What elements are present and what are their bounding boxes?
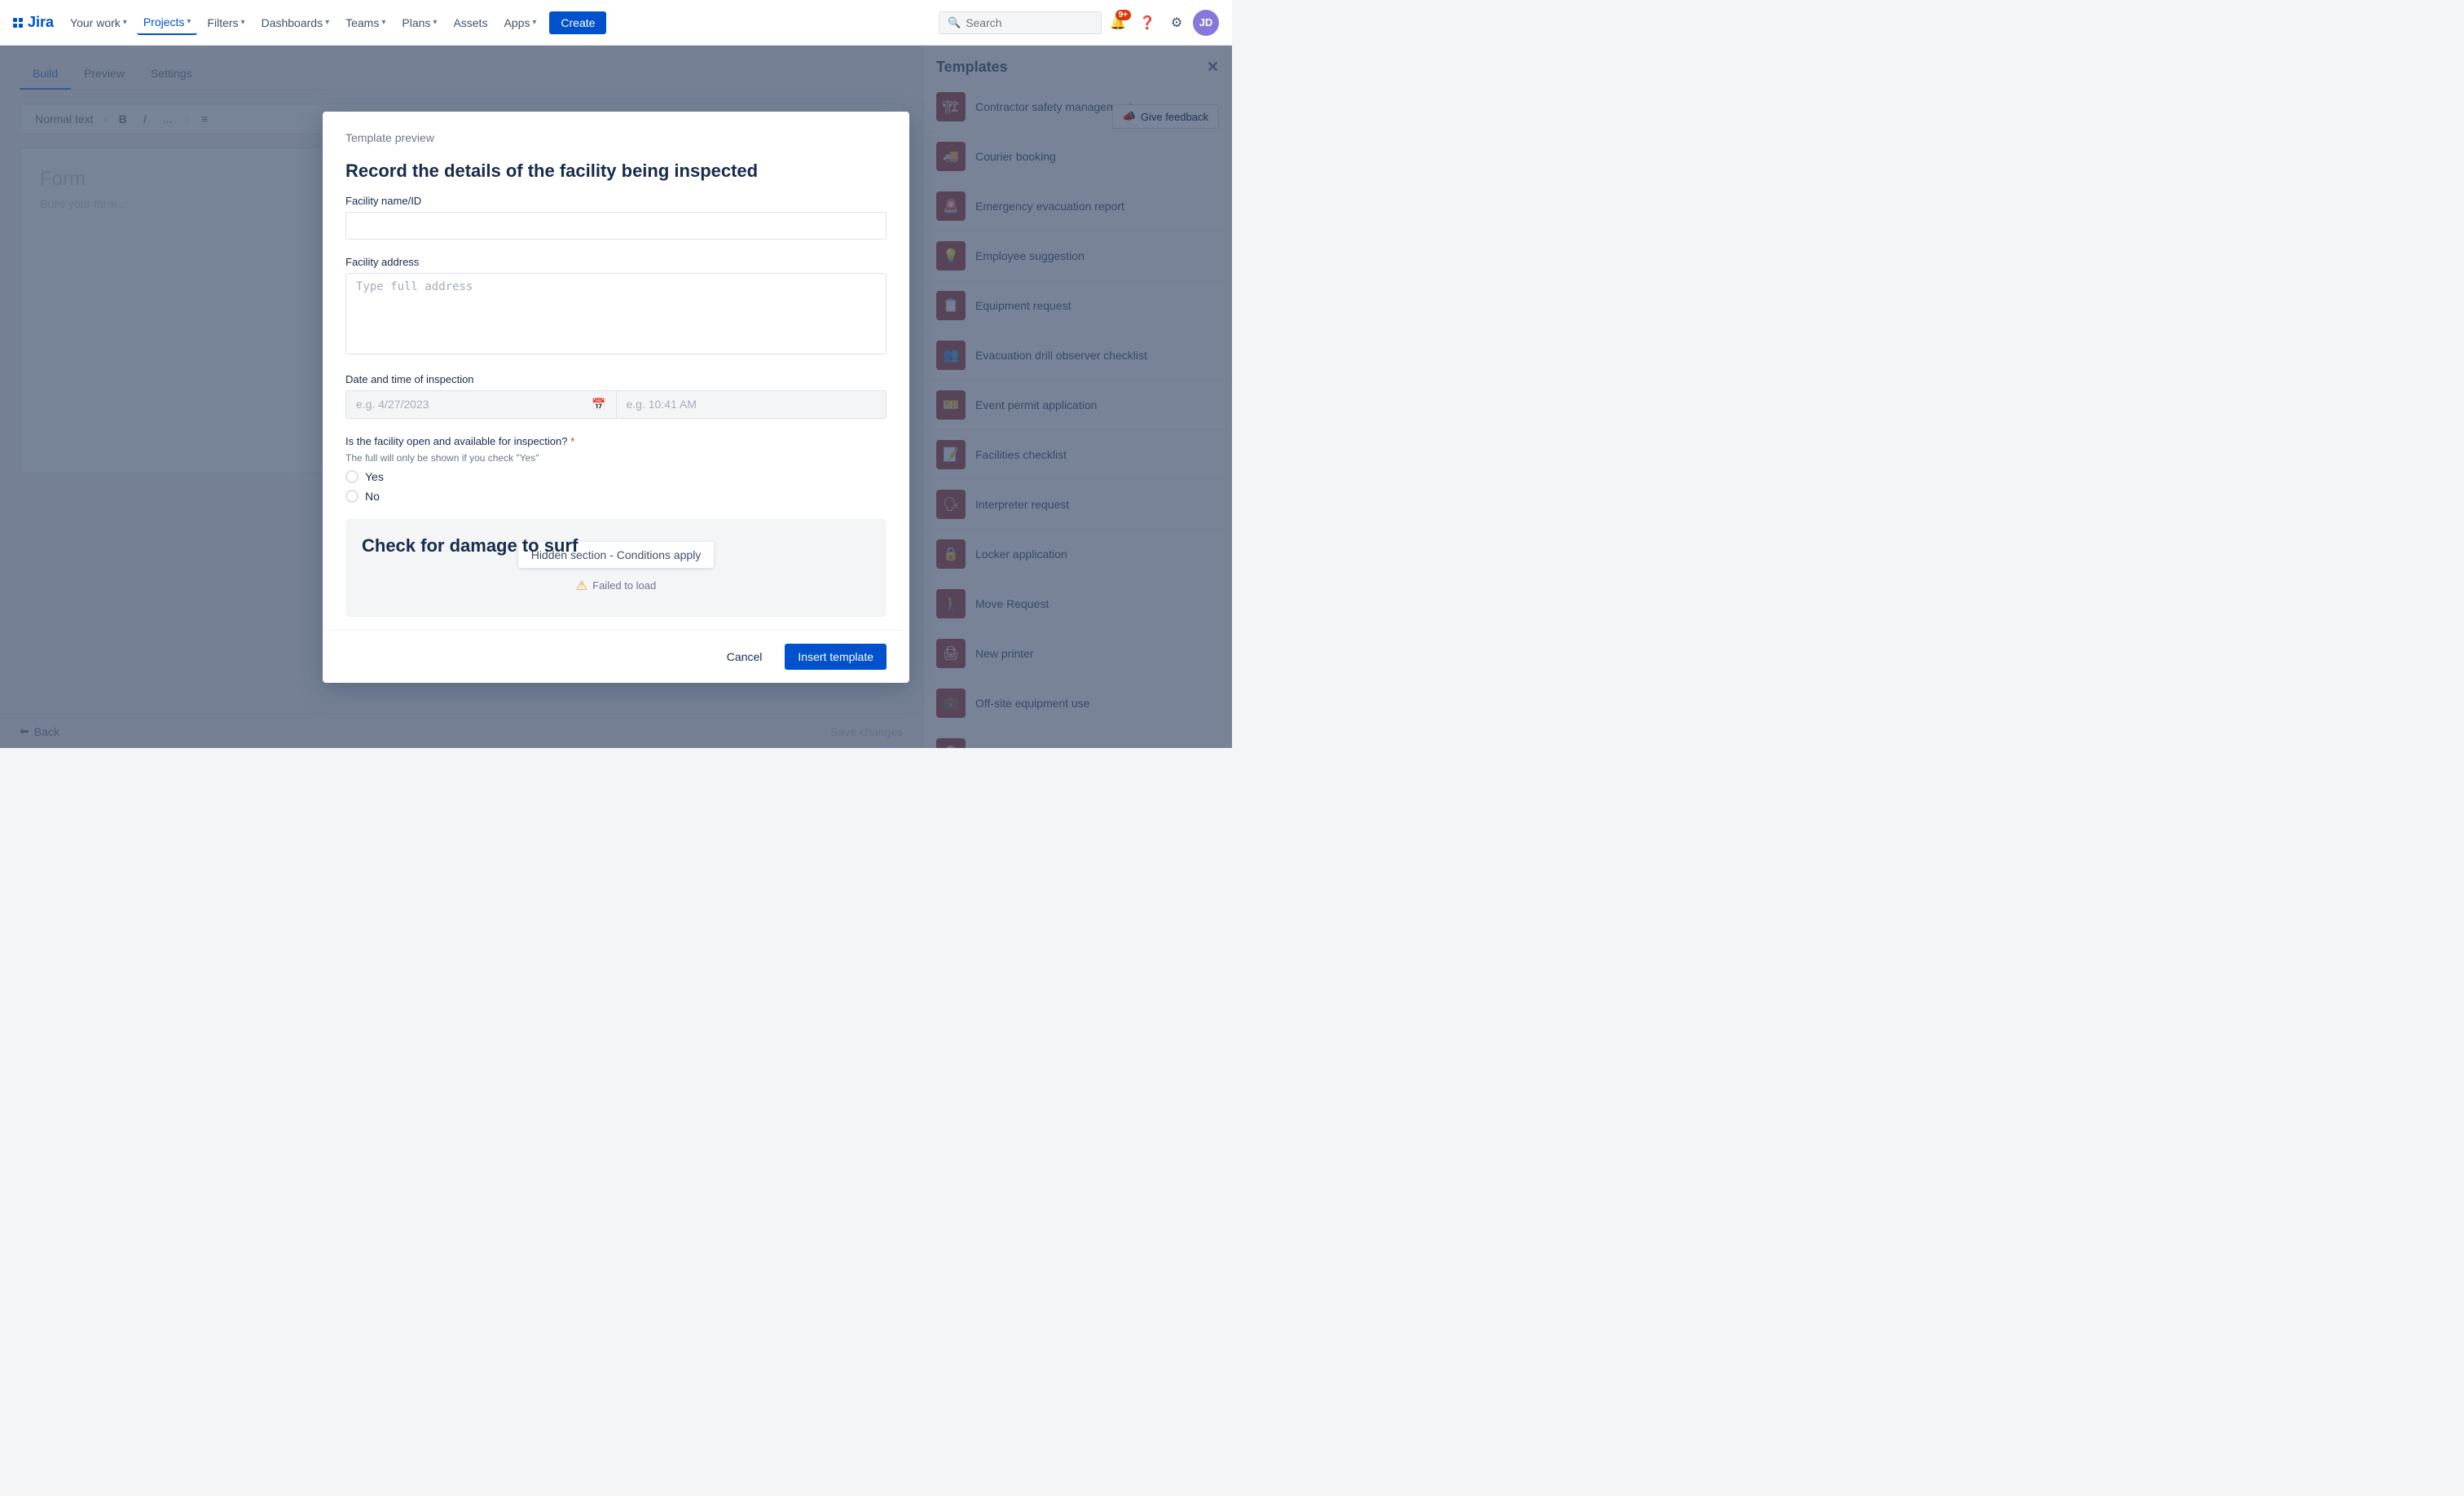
radio-no[interactable]: No xyxy=(345,490,887,503)
nav-filters[interactable]: Filters ▾ xyxy=(200,11,251,34)
modal-body: Record the details of the facility being… xyxy=(323,161,909,630)
facility-name-field: Facility name/ID xyxy=(345,195,887,240)
datetime-label: Date and time of inspection xyxy=(345,373,887,385)
datetime-field: Date and time of inspection e.g. 4/27/20… xyxy=(345,373,887,419)
availability-radio-group: Yes No xyxy=(345,470,887,503)
radio-yes-label: Yes xyxy=(365,470,384,483)
logo[interactable]: Jira xyxy=(13,14,54,31)
help-button[interactable]: ❓ xyxy=(1134,10,1160,36)
calendar-icon: 📅 xyxy=(592,398,605,411)
nav-apps[interactable]: Apps ▾ xyxy=(497,11,543,34)
radio-no-label: No xyxy=(365,490,380,503)
insert-template-button[interactable]: Insert template xyxy=(785,644,887,670)
nav-filters-label: Filters xyxy=(207,16,238,29)
logo-text: Jira xyxy=(28,14,54,31)
nav-your-work-label: Your work xyxy=(70,16,121,29)
nav-dashboards[interactable]: Dashboards ▾ xyxy=(255,11,337,34)
modal-section-title: Record the details of the facility being… xyxy=(345,161,887,182)
chevron-down-icon: ▾ xyxy=(187,17,191,26)
facility-name-label: Facility name/ID xyxy=(345,195,887,207)
availability-hint: The full will only be shown if you check… xyxy=(345,452,887,464)
time-picker[interactable]: e.g. 10:41 AM xyxy=(616,390,887,419)
main-area: 📣 Give feedback Build Preview Settings N… xyxy=(0,46,1232,748)
search-input[interactable] xyxy=(966,16,1080,29)
nav-dashboards-label: Dashboards xyxy=(262,16,323,29)
nav-teams[interactable]: Teams ▾ xyxy=(339,11,392,34)
hidden-section-title: Check for damage to surf xyxy=(362,535,578,557)
facility-name-input[interactable] xyxy=(345,212,887,240)
notification-badge: 9+ xyxy=(1115,10,1131,20)
date-placeholder: e.g. 4/27/2023 xyxy=(356,398,429,411)
radio-button-yes[interactable] xyxy=(345,470,359,483)
search-icon: 🔍 xyxy=(948,16,961,29)
modal-overlay: Template preview Record the details of t… xyxy=(0,46,1232,748)
chevron-down-icon: ▾ xyxy=(325,18,329,27)
logo-grid-icon xyxy=(13,18,23,28)
failed-load-message: ⚠ Failed to load xyxy=(576,578,656,594)
nav-plans[interactable]: Plans ▾ xyxy=(395,11,443,34)
facility-address-label: Facility address xyxy=(345,256,887,268)
notifications-button[interactable]: 🔔 9+ xyxy=(1105,10,1131,36)
hidden-section: Check for damage to surf Hidden section … xyxy=(345,519,887,617)
chevron-down-icon: ▾ xyxy=(241,18,245,27)
warning-icon: ⚠ xyxy=(576,578,587,594)
nav-projects[interactable]: Projects ▾ xyxy=(137,11,198,35)
chevron-down-icon: ▾ xyxy=(433,18,437,27)
modal-header-label: Template preview xyxy=(345,131,887,144)
cancel-button[interactable]: Cancel xyxy=(714,644,776,670)
datetime-row: e.g. 4/27/2023 📅 e.g. 10:41 AM xyxy=(345,390,887,419)
nav-apps-label: Apps xyxy=(504,16,530,29)
avatar[interactable]: JD xyxy=(1193,10,1219,36)
facility-address-field: Facility address xyxy=(345,256,887,357)
create-button[interactable]: Create xyxy=(549,11,606,34)
nav-projects-label: Projects xyxy=(143,15,185,29)
nav-your-work[interactable]: Your work ▾ xyxy=(64,11,134,34)
top-navigation: Jira Your work ▾ Projects ▾ Filters ▾ Da… xyxy=(0,0,1232,46)
availability-field: Is the facility open and available for i… xyxy=(345,435,887,503)
modal-header: Template preview xyxy=(323,112,909,161)
nav-teams-label: Teams xyxy=(345,16,379,29)
radio-yes[interactable]: Yes xyxy=(345,470,887,483)
radio-button-no[interactable] xyxy=(345,490,359,503)
nav-assets[interactable]: Assets xyxy=(447,11,494,34)
template-preview-modal: Template preview Record the details of t… xyxy=(323,112,909,683)
chevron-down-icon: ▾ xyxy=(123,18,127,27)
availability-label: Is the facility open and available for i… xyxy=(345,435,887,447)
required-marker: * xyxy=(567,435,574,447)
modal-footer: Cancel Insert template xyxy=(323,630,909,683)
nav-plans-label: Plans xyxy=(402,16,430,29)
chevron-down-icon: ▾ xyxy=(381,18,385,27)
date-picker[interactable]: e.g. 4/27/2023 📅 xyxy=(345,390,616,419)
search-bar[interactable]: 🔍 xyxy=(939,11,1102,34)
time-placeholder: e.g. 10:41 AM xyxy=(627,398,697,411)
nav-assets-label: Assets xyxy=(453,16,487,29)
facility-address-input[interactable] xyxy=(345,273,887,354)
settings-button[interactable]: ⚙ xyxy=(1164,10,1190,36)
chevron-down-icon: ▾ xyxy=(532,18,536,27)
